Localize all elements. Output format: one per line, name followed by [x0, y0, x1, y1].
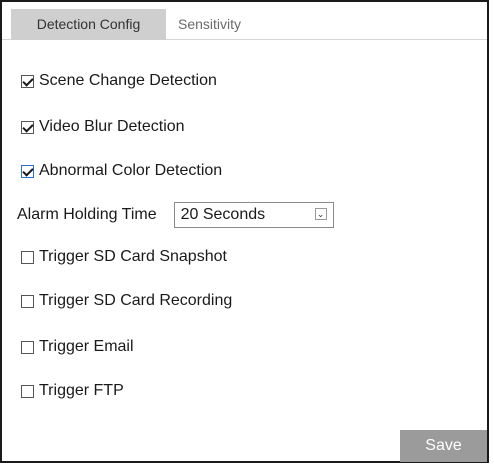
sd-snapshot-checkbox[interactable] [21, 250, 34, 264]
scene-change-label: Scene Change Detection [39, 72, 217, 89]
ftp-label: Trigger FTP [39, 382, 124, 399]
option-sd-recording[interactable]: Trigger SD Card Recording [21, 289, 232, 313]
option-scene-change[interactable]: Scene Change Detection [21, 69, 217, 93]
option-video-blur[interactable]: Video Blur Detection [21, 115, 185, 139]
alarm-holding-value: 20 Seconds [180, 206, 266, 223]
alarm-holding-select[interactable]: 20 Seconds ⌄ [173, 202, 334, 228]
option-email[interactable]: Trigger Email [21, 335, 134, 359]
email-checkbox[interactable] [21, 340, 34, 354]
sd-recording-checkbox[interactable] [21, 294, 34, 308]
tab-detection-config[interactable]: Detection Config [11, 9, 166, 40]
sd-recording-label: Trigger SD Card Recording [39, 292, 233, 309]
email-label: Trigger Email [39, 338, 134, 355]
option-abnormal-color[interactable]: Abnormal Color Detection [21, 159, 222, 183]
scene-change-checkbox[interactable] [21, 74, 34, 88]
option-ftp[interactable]: Trigger FTP [21, 379, 124, 403]
video-blur-label: Video Blur Detection [39, 118, 185, 135]
sd-snapshot-label: Trigger SD Card Snapshot [39, 248, 227, 265]
ftp-checkbox[interactable] [21, 384, 34, 398]
chevron-down-icon[interactable]: ⌄ [314, 208, 327, 220]
abnormal-color-label: Abnormal Color Detection [39, 162, 223, 179]
save-button[interactable]: Save [400, 430, 487, 462]
tab-sensitivity[interactable]: Sensitivity [168, 9, 251, 40]
alarm-holding-row: Alarm Holding Time 20 Seconds ⌄ [17, 201, 334, 229]
detection-panel: Detection Config Sensitivity Scene Chang… [0, 0, 489, 463]
alarm-holding-label: Alarm Holding Time [17, 206, 157, 223]
video-blur-checkbox[interactable] [21, 120, 34, 134]
abnormal-color-checkbox[interactable] [21, 164, 34, 178]
tab-bar: Detection Config Sensitivity [2, 2, 487, 40]
option-sd-snapshot[interactable]: Trigger SD Card Snapshot [21, 245, 227, 269]
